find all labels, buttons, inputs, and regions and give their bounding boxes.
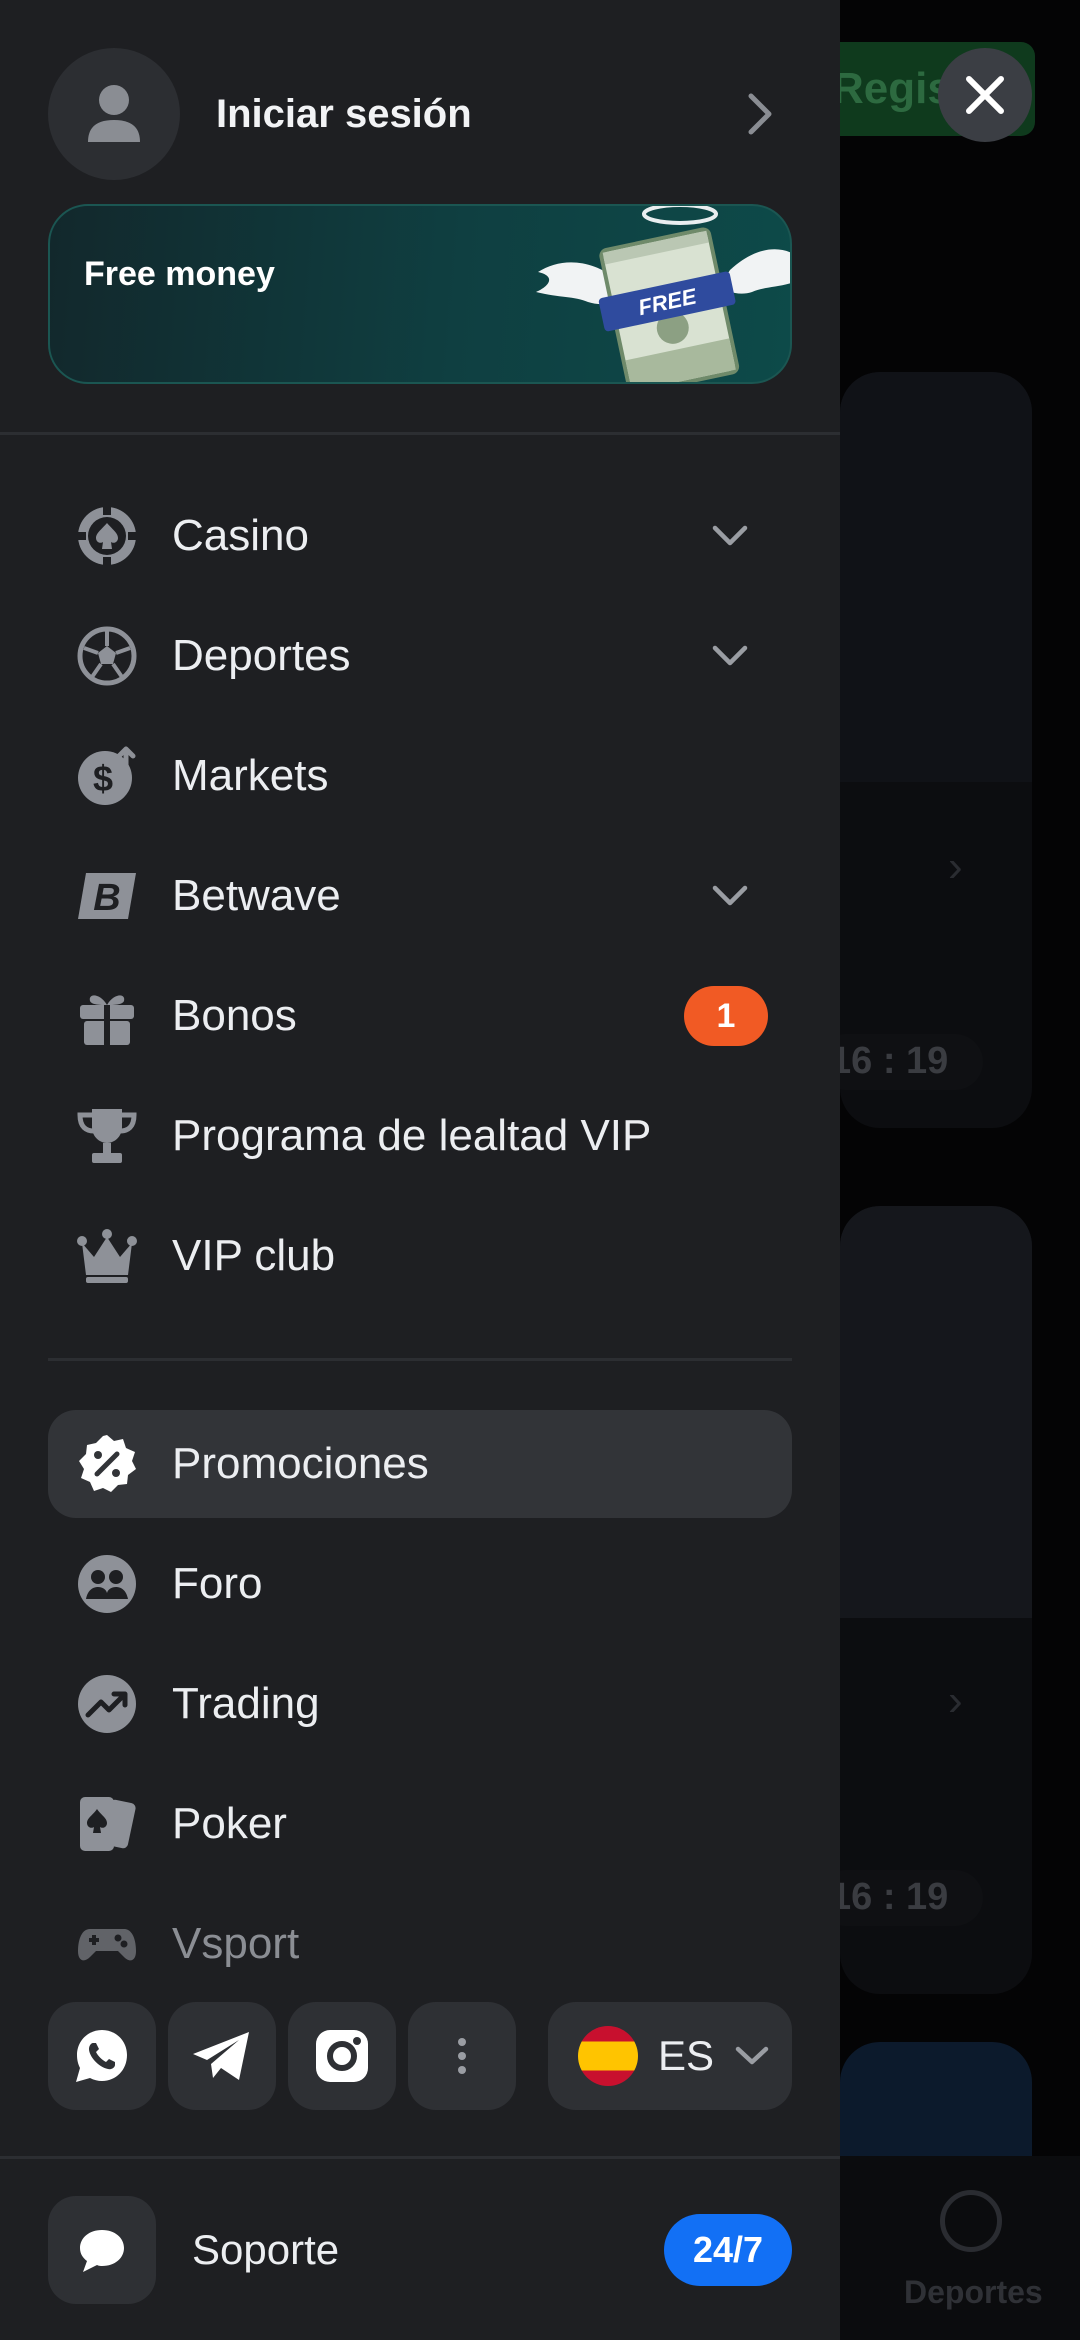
chevron-down-icon [732,2036,772,2076]
chat-bubble-icon [80,2230,124,2272]
menu-label: Markets [172,751,329,800]
flying-money-illustration: FREE [536,206,790,382]
banner-text: Free money [84,255,275,293]
menu-label: Deportes [172,631,351,680]
chevron-right-icon [740,93,780,135]
chevron-down-icon [708,634,752,678]
menu-label: Promociones [172,1439,429,1488]
crown-icon [76,1225,138,1287]
menu-label: VIP club [172,1231,336,1280]
divider [48,1358,792,1361]
chevron-down-icon [708,874,752,918]
menu-label: Casino [172,511,309,560]
close-icon [966,76,1004,114]
background-card [840,372,1032,1128]
telegram-icon [193,2032,249,2080]
svg-text:$: $ [93,758,113,799]
menu-label: Bonos [172,991,297,1040]
menu-label: Trading [172,1679,320,1728]
trending-up-icon [76,1673,138,1735]
background-card-image [840,372,1032,782]
menu-item-betwave[interactable]: B Betwave [48,842,792,950]
whatsapp-icon [76,2030,127,2082]
menu-label: Poker [172,1799,287,1848]
language-code: ES [658,2032,715,2079]
menu-item-poker[interactable]: Poker [48,1770,792,1878]
menu-item-casino[interactable]: Casino [48,482,792,590]
poker-cards-icon [76,1793,138,1855]
countdown-timer: 16 : 19 [818,1034,983,1090]
svg-text:B: B [93,877,120,919]
language-selector[interactable]: ES [548,2002,792,2110]
menu-item-bonos[interactable]: Bonos 1 [48,962,792,1070]
menu-label: Vsport [172,1919,300,1968]
more-button[interactable] [408,2002,516,2110]
menu-item-foro[interactable]: Foro [48,1530,792,1638]
casino-chip-icon [76,505,138,567]
gamepad-icon [76,1913,138,1975]
spain-flag-icon [578,2026,638,2086]
user-icon [88,85,140,142]
support-row[interactable]: Soporte 24/7 [48,2196,792,2304]
dollar-arrow-icon: $ [76,745,138,807]
instagram-icon [316,2030,368,2082]
chevron-down-icon [708,514,752,558]
chevron-right-icon: › [948,1676,963,1725]
menu-label: Betwave [172,871,341,920]
betwave-b-icon: B [76,865,138,927]
avatar [48,48,180,180]
menu-item-vsport[interactable]: Vsport [48,1890,792,1998]
side-menu-drawer: Iniciar sesión Free money FREE Casino De… [0,0,840,2340]
menu-item-trading[interactable]: Trading [48,1650,792,1758]
background-card-image [840,1206,1032,1618]
soccer-ball-icon [76,625,138,687]
more-vertical-icon [458,2038,466,2074]
instagram-button[interactable] [288,2002,396,2110]
notification-badge: 1 [684,986,768,1046]
divider [0,2156,840,2159]
support-label: Soporte [192,2226,340,2273]
free-money-banner[interactable]: Free money FREE [48,204,792,384]
login-row[interactable]: Iniciar sesión [48,48,780,180]
menu-item-promociones[interactable]: Promociones [48,1410,792,1518]
chevron-right-icon: › [948,842,963,891]
bottom-tab-label[interactable]: Deportes [904,2274,1043,2311]
menu-label: Foro [172,1559,263,1608]
menu-item-markets[interactable]: $ Markets [48,722,792,830]
support-hours-badge: 24/7 [664,2214,792,2286]
social-row: ES [48,2002,792,2110]
menu-label: Programa de lealtad VIP [172,1111,652,1160]
gift-icon [76,985,138,1047]
login-label: Iniciar sesión [216,91,472,136]
countdown-timer: 16 : 19 [818,1870,983,1926]
soccer-ball-icon [940,2190,1002,2252]
trophy-icon [76,1105,138,1167]
close-button[interactable] [938,48,1032,142]
forum-people-icon [76,1553,138,1615]
whatsapp-button[interactable] [48,2002,156,2110]
divider [0,432,840,435]
percent-badge-icon [76,1433,138,1495]
menu-item-vip-club[interactable]: VIP club [48,1202,792,1310]
support-icon-box [48,2196,156,2304]
menu-item-deportes[interactable]: Deportes [48,602,792,710]
menu-item-vip-loyalty[interactable]: Programa de lealtad VIP [48,1082,792,1190]
telegram-button[interactable] [168,2002,276,2110]
